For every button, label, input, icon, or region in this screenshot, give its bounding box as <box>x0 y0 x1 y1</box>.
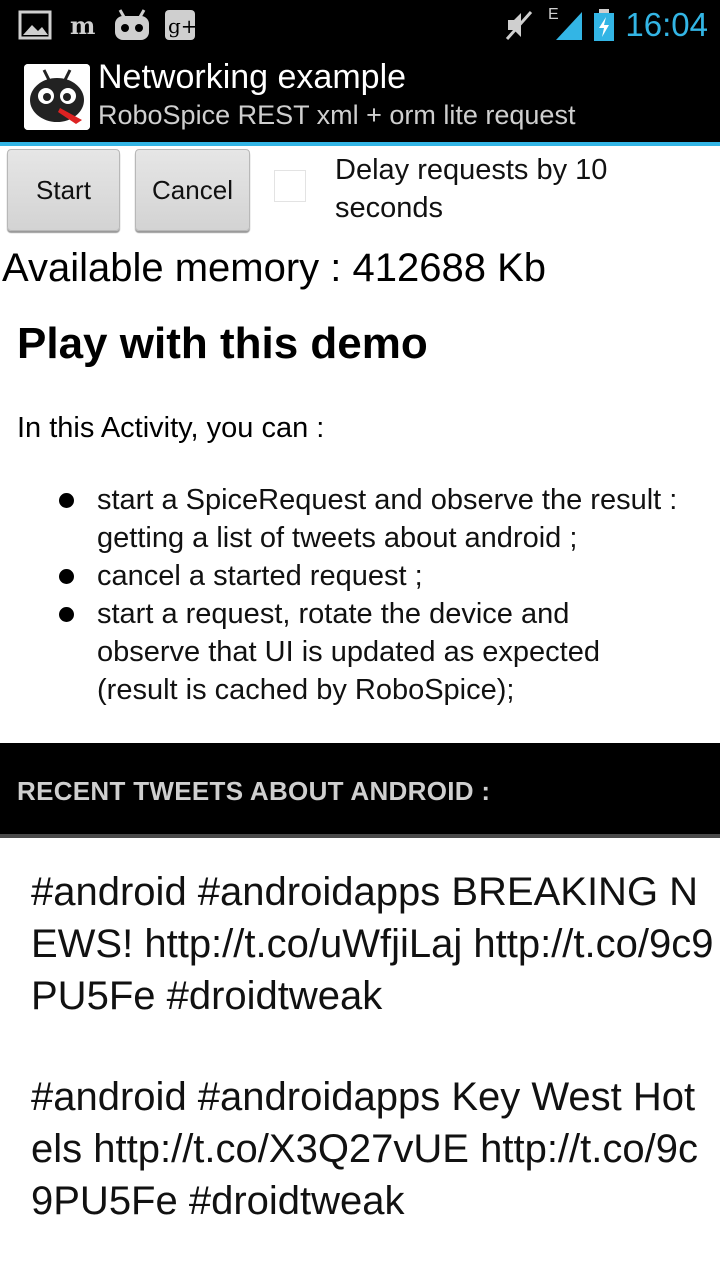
page-title: Networking example <box>98 58 407 96</box>
app-logo-icon[interactable] <box>24 64 90 130</box>
signal-icon <box>556 12 582 40</box>
newspaper-icon: m <box>70 11 95 40</box>
list-item: cancel a started request ; <box>0 557 720 595</box>
battery-charging-icon <box>594 9 614 41</box>
tweet-list[interactable]: #android #androidapps BREAKING NEWS! htt… <box>0 842 720 1280</box>
section-header-label: RECENT TWEETS ABOUT ANDROID : <box>17 776 491 806</box>
action-bar: Networking example RoboSpice REST xml + … <box>0 50 720 146</box>
demo-intro: In this Activity, you can : <box>17 412 325 444</box>
tweet-item[interactable]: #android #androidapps BREAKING NEWS! htt… <box>31 866 715 1022</box>
section-header: RECENT TWEETS ABOUT ANDROID : <box>0 743 720 838</box>
svg-text:m: m <box>70 11 95 40</box>
svg-text:g+: g+ <box>168 14 196 38</box>
delay-checkbox[interactable] <box>274 170 306 202</box>
list-item: start a SpiceRequest and observe the res… <box>0 481 720 557</box>
bullet-icon <box>59 493 74 508</box>
clock: 16:04 <box>625 6 708 43</box>
google-plus-icon: g+ <box>165 10 196 40</box>
tweet-item[interactable]: #android #androidapps Key West Hotels ht… <box>31 1071 715 1227</box>
list-item: start a request, rotate the device and o… <box>0 595 720 709</box>
status-bar: m g+ E 16:04 <box>0 0 720 50</box>
list-item-text: cancel a started request ; <box>97 560 423 592</box>
bullet-icon <box>59 569 74 584</box>
demo-bullet-list: start a SpiceRequest and observe the res… <box>0 481 720 709</box>
mute-icon <box>505 11 533 40</box>
bullet-icon <box>59 607 74 622</box>
delay-checkbox-label[interactable]: Delay requests by 10 seconds <box>335 151 715 227</box>
list-item-text: start a SpiceRequest and observe the res… <box>97 484 678 554</box>
cancel-button[interactable]: Cancel <box>135 149 250 231</box>
page-subtitle: RoboSpice REST xml + orm lite request <box>98 100 576 130</box>
demo-description[interactable]: Play with this demo In this Activity, yo… <box>0 305 720 743</box>
start-button[interactable]: Start <box>7 149 120 231</box>
android-robot-icon <box>115 9 149 40</box>
gallery-icon <box>18 10 52 40</box>
list-item-text: start a request, rotate the device and o… <box>97 598 600 706</box>
demo-heading: Play with this demo <box>17 319 428 368</box>
available-memory-text: Available memory : 412688 Kb <box>2 246 547 290</box>
